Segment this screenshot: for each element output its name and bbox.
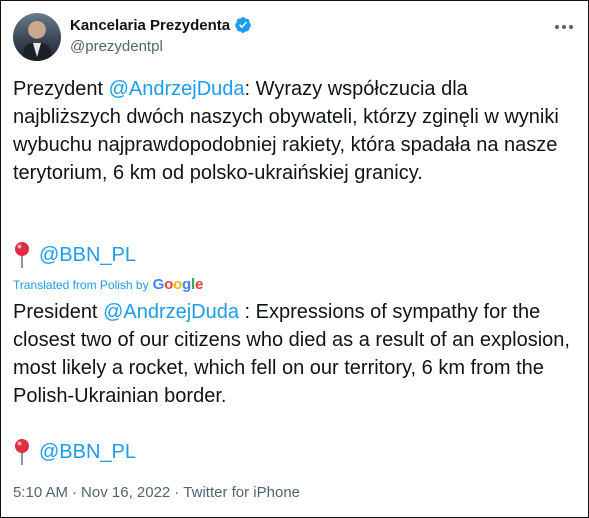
translation-prefix: President [13, 301, 104, 323]
tweet-source[interactable]: Twitter for iPhone [183, 484, 300, 501]
mention-link[interactable]: @AndrzejDuda [109, 78, 245, 100]
translation-bbn-link[interactable]: @BBN_PL [39, 438, 136, 466]
translation-mention-link[interactable]: @AndrzejDuda [103, 301, 239, 323]
author-name[interactable]: Kancelaria Prezydenta [70, 16, 252, 34]
author-handle[interactable]: @prezydentpl [70, 38, 163, 55]
meta-separator: · [174, 484, 180, 501]
google-logo: Google [152, 276, 204, 293]
author-name-text: Kancelaria Prezydenta [70, 16, 231, 34]
tweet-header: Kancelaria Prezydenta @prezydentpl [13, 13, 578, 61]
tweet-date[interactable]: Nov 16, 2022 [81, 484, 170, 501]
tweet-pin-line: @BBN_PL [13, 241, 136, 269]
round-pushpin-icon [15, 439, 29, 465]
more-dot-icon [555, 25, 559, 29]
more-dot-icon [569, 25, 573, 29]
tweet-prefix: Prezydent [13, 78, 109, 100]
more-dot-icon [562, 25, 566, 29]
more-options-button[interactable] [552, 17, 576, 37]
translation-pin-line: @BBN_PL [13, 438, 136, 466]
meta-separator: · [72, 484, 78, 501]
bbn-link[interactable]: @BBN_PL [39, 241, 136, 269]
tweet-time[interactable]: 5:10 AM [13, 484, 68, 501]
translation-text: President @AndrzejDuda : Expressions of … [13, 298, 578, 410]
avatar[interactable] [13, 13, 61, 61]
tweet-card: Kancelaria Prezydenta @prezydentpl Prezy… [0, 0, 589, 518]
translated-label-text: Translated from Polish by [13, 277, 149, 292]
verified-badge-icon [235, 17, 251, 33]
round-pushpin-icon [15, 242, 29, 268]
tweet-meta: 5:10 AM · Nov 16, 2022 · Twitter for iPh… [13, 484, 300, 501]
tweet-text: Prezydent @AndrzejDuda: Wyrazy współczuc… [13, 75, 573, 187]
translated-label[interactable]: Translated from Polish by Google [13, 276, 203, 293]
